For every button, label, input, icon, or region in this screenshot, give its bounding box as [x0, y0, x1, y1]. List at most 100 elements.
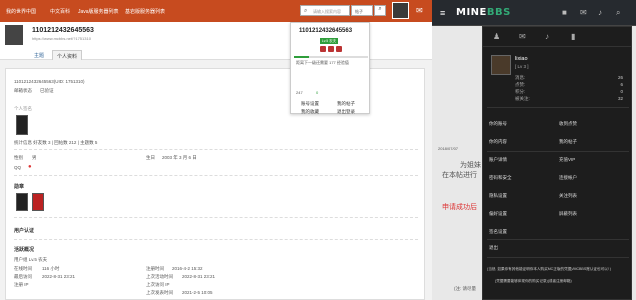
search-type-select[interactable]: 帖子	[351, 5, 373, 16]
tab-profile[interactable]: 个人资料	[52, 50, 83, 60]
menu-following[interactable]: 关注列表	[559, 193, 577, 199]
menu-preferences[interactable]: 偏好设置	[489, 211, 507, 217]
user-avatar[interactable]	[491, 55, 511, 75]
bookmark-icon[interactable]: ▮	[571, 32, 575, 41]
avatar-icon[interactable]: ■	[562, 8, 567, 17]
bell-icon[interactable]: ♪	[545, 32, 549, 41]
lastactive-value: 2022-8-31 23:21	[182, 274, 216, 279]
nav-item-wiki[interactable]: 中文百科	[50, 8, 70, 15]
medal-icon	[320, 46, 326, 52]
exp-progress-bar	[294, 56, 368, 58]
mail-icon[interactable]: ✉	[519, 32, 526, 41]
register-label: 注册时间	[146, 266, 164, 271]
stat-value: 247	[296, 90, 303, 95]
last-post-value: 2021-2-5 10:05	[182, 290, 213, 295]
medals-title: 勋章	[14, 184, 25, 190]
menu-likes-received[interactable]: 收到点赞	[559, 121, 577, 127]
medal-icon	[32, 193, 44, 211]
search-button[interactable]: ⌕	[374, 5, 386, 16]
medal-icon	[328, 46, 334, 52]
menu-my-threads[interactable]: 我的帖子	[559, 139, 577, 145]
post-note: (注: 请尽量	[454, 286, 476, 291]
birthday-value: 2003 年 3 月 6 日	[162, 155, 197, 160]
profile-url[interactable]: https://www.mcbbs.net/?1751310	[32, 36, 91, 41]
top-nav-bar: 我的世界中国 中文百科 Java版服务器列表 基岩版服务器列表 ⌕ 请输入搜索内…	[0, 0, 432, 22]
site-logo[interactable]: MINEBBS	[456, 7, 511, 18]
qq-icon[interactable]: ●	[28, 164, 32, 170]
profile-name: 1101212432645563	[32, 27, 94, 34]
signature-image	[16, 115, 28, 135]
stat-value: 0	[620, 89, 623, 94]
avatar[interactable]	[392, 2, 409, 19]
lastactive-label: 上次活动时间	[146, 274, 173, 279]
scroll-edge	[632, 26, 636, 300]
menu-password-security[interactable]: 密码和安全	[489, 175, 512, 181]
stat-label: 积分:	[515, 89, 526, 94]
search-input[interactable]: ⌕ 请输入搜索内容	[300, 5, 350, 16]
medal-icon	[336, 46, 342, 52]
account-settings-button[interactable]: 账号设置	[301, 101, 319, 107]
last-post-label: 上次发表时间	[146, 290, 173, 295]
activity-title: 活跃概况	[14, 247, 35, 253]
search-icon[interactable]: ⌕	[616, 8, 620, 18]
post-note: (当然, 如果你有其他能证明你本人购买MC正版的凭据)/MCBBS账认证也可以!…	[487, 267, 611, 271]
level-badge: Lv.5 农夫	[320, 38, 338, 44]
register-value: 2016-4-2 15:32	[172, 266, 203, 271]
user-level: [ Lv 3 ]	[515, 64, 529, 69]
stat-row: 积分: 0	[515, 89, 623, 95]
logo-text-b: BBS	[486, 7, 511, 18]
email-status-value: 已验证	[40, 88, 54, 93]
usergroup: 用户组 Lv.5 农夫	[14, 257, 48, 262]
stat-label: 点赞:	[515, 82, 526, 87]
divider	[14, 149, 418, 150]
stat-row: 消息: 26	[515, 75, 623, 81]
lastvisit-label: 最后访问	[14, 274, 32, 279]
nav-item-java-servers[interactable]: Java版服务器列表	[78, 8, 119, 15]
logout-button[interactable]: 退出登录	[337, 109, 355, 115]
user-icon[interactable]: ♟	[493, 32, 500, 41]
online-label: 在线时间	[14, 266, 32, 271]
menu-privacy[interactable]: 隐私设置	[489, 193, 507, 199]
exp-progress-text: 距离下一级还需要 177 经验值	[296, 60, 349, 65]
menu-vip[interactable]: 充值VIP	[559, 157, 575, 163]
gender-value: 男	[32, 155, 37, 160]
stat-label: 被关注:	[515, 96, 530, 101]
bell-icon[interactable]: ♪	[598, 8, 602, 17]
dropdown-username[interactable]: lixiao	[515, 56, 528, 62]
post-text: 申请成功后	[442, 204, 477, 211]
menu-connected-accounts[interactable]: 连接帐户	[559, 175, 577, 181]
forum-page: 我的世界中国 中文百科 Java版服务器列表 基岩版服务器列表 ⌕ 请输入搜索内…	[0, 0, 432, 300]
gender-label: 性别	[14, 155, 23, 160]
menu-logout[interactable]: 退出	[489, 245, 498, 251]
my-posts-button[interactable]: 我的帖子	[337, 101, 355, 107]
menu-account-details[interactable]: 账户详情	[489, 157, 507, 163]
background-thread: 2018/07/07 为姐妹 在本帖进行 申请成功后 (注: 请尽量	[432, 26, 482, 300]
menu-signature[interactable]: 签名设置	[489, 229, 507, 235]
stat-value: 32	[617, 96, 623, 101]
user-auth-title: 用户认证	[14, 228, 35, 234]
menu-icon[interactable]: ≡	[440, 8, 445, 18]
my-favorites-button[interactable]: 我的收藏	[301, 109, 319, 115]
minebbs-header: ≡ MINEBBS ■ ✉ ♪ ⌕	[432, 0, 636, 26]
menu-your-content[interactable]: 你的内容	[489, 139, 507, 145]
mail-icon[interactable]: ✉	[580, 8, 587, 17]
tab-topics[interactable]: 主题	[30, 50, 48, 60]
post-date: 2018/07/07	[438, 146, 459, 151]
post-text: 为姐妹	[460, 162, 481, 169]
search-placeholder: 请输入搜索内容	[313, 9, 341, 14]
lastvisit-value: 2022-8-31 23:21	[42, 274, 76, 279]
post-note: (凭据需要能够体现你的购买记录)(或者注册邮箱)	[495, 279, 572, 283]
dropdown-tabs: ♟ ✉ ♪ ▮	[483, 27, 633, 47]
nav-item-bedrock-servers[interactable]: 基岩版服务器列表	[125, 8, 165, 15]
nav-item-mc-china[interactable]: 我的世界中国	[6, 8, 36, 15]
post-text: 在本帖进行	[442, 172, 477, 179]
divider	[14, 239, 418, 240]
mail-icon[interactable]: ✉	[416, 6, 423, 15]
qq-label: QQ	[14, 165, 22, 170]
menu-your-account[interactable]: 你的账号	[489, 121, 507, 127]
divider	[14, 175, 418, 176]
divider	[487, 151, 629, 152]
medal-icon	[16, 193, 28, 211]
divider	[487, 257, 629, 258]
menu-ignored[interactable]: 屏蔽列表	[559, 211, 577, 217]
